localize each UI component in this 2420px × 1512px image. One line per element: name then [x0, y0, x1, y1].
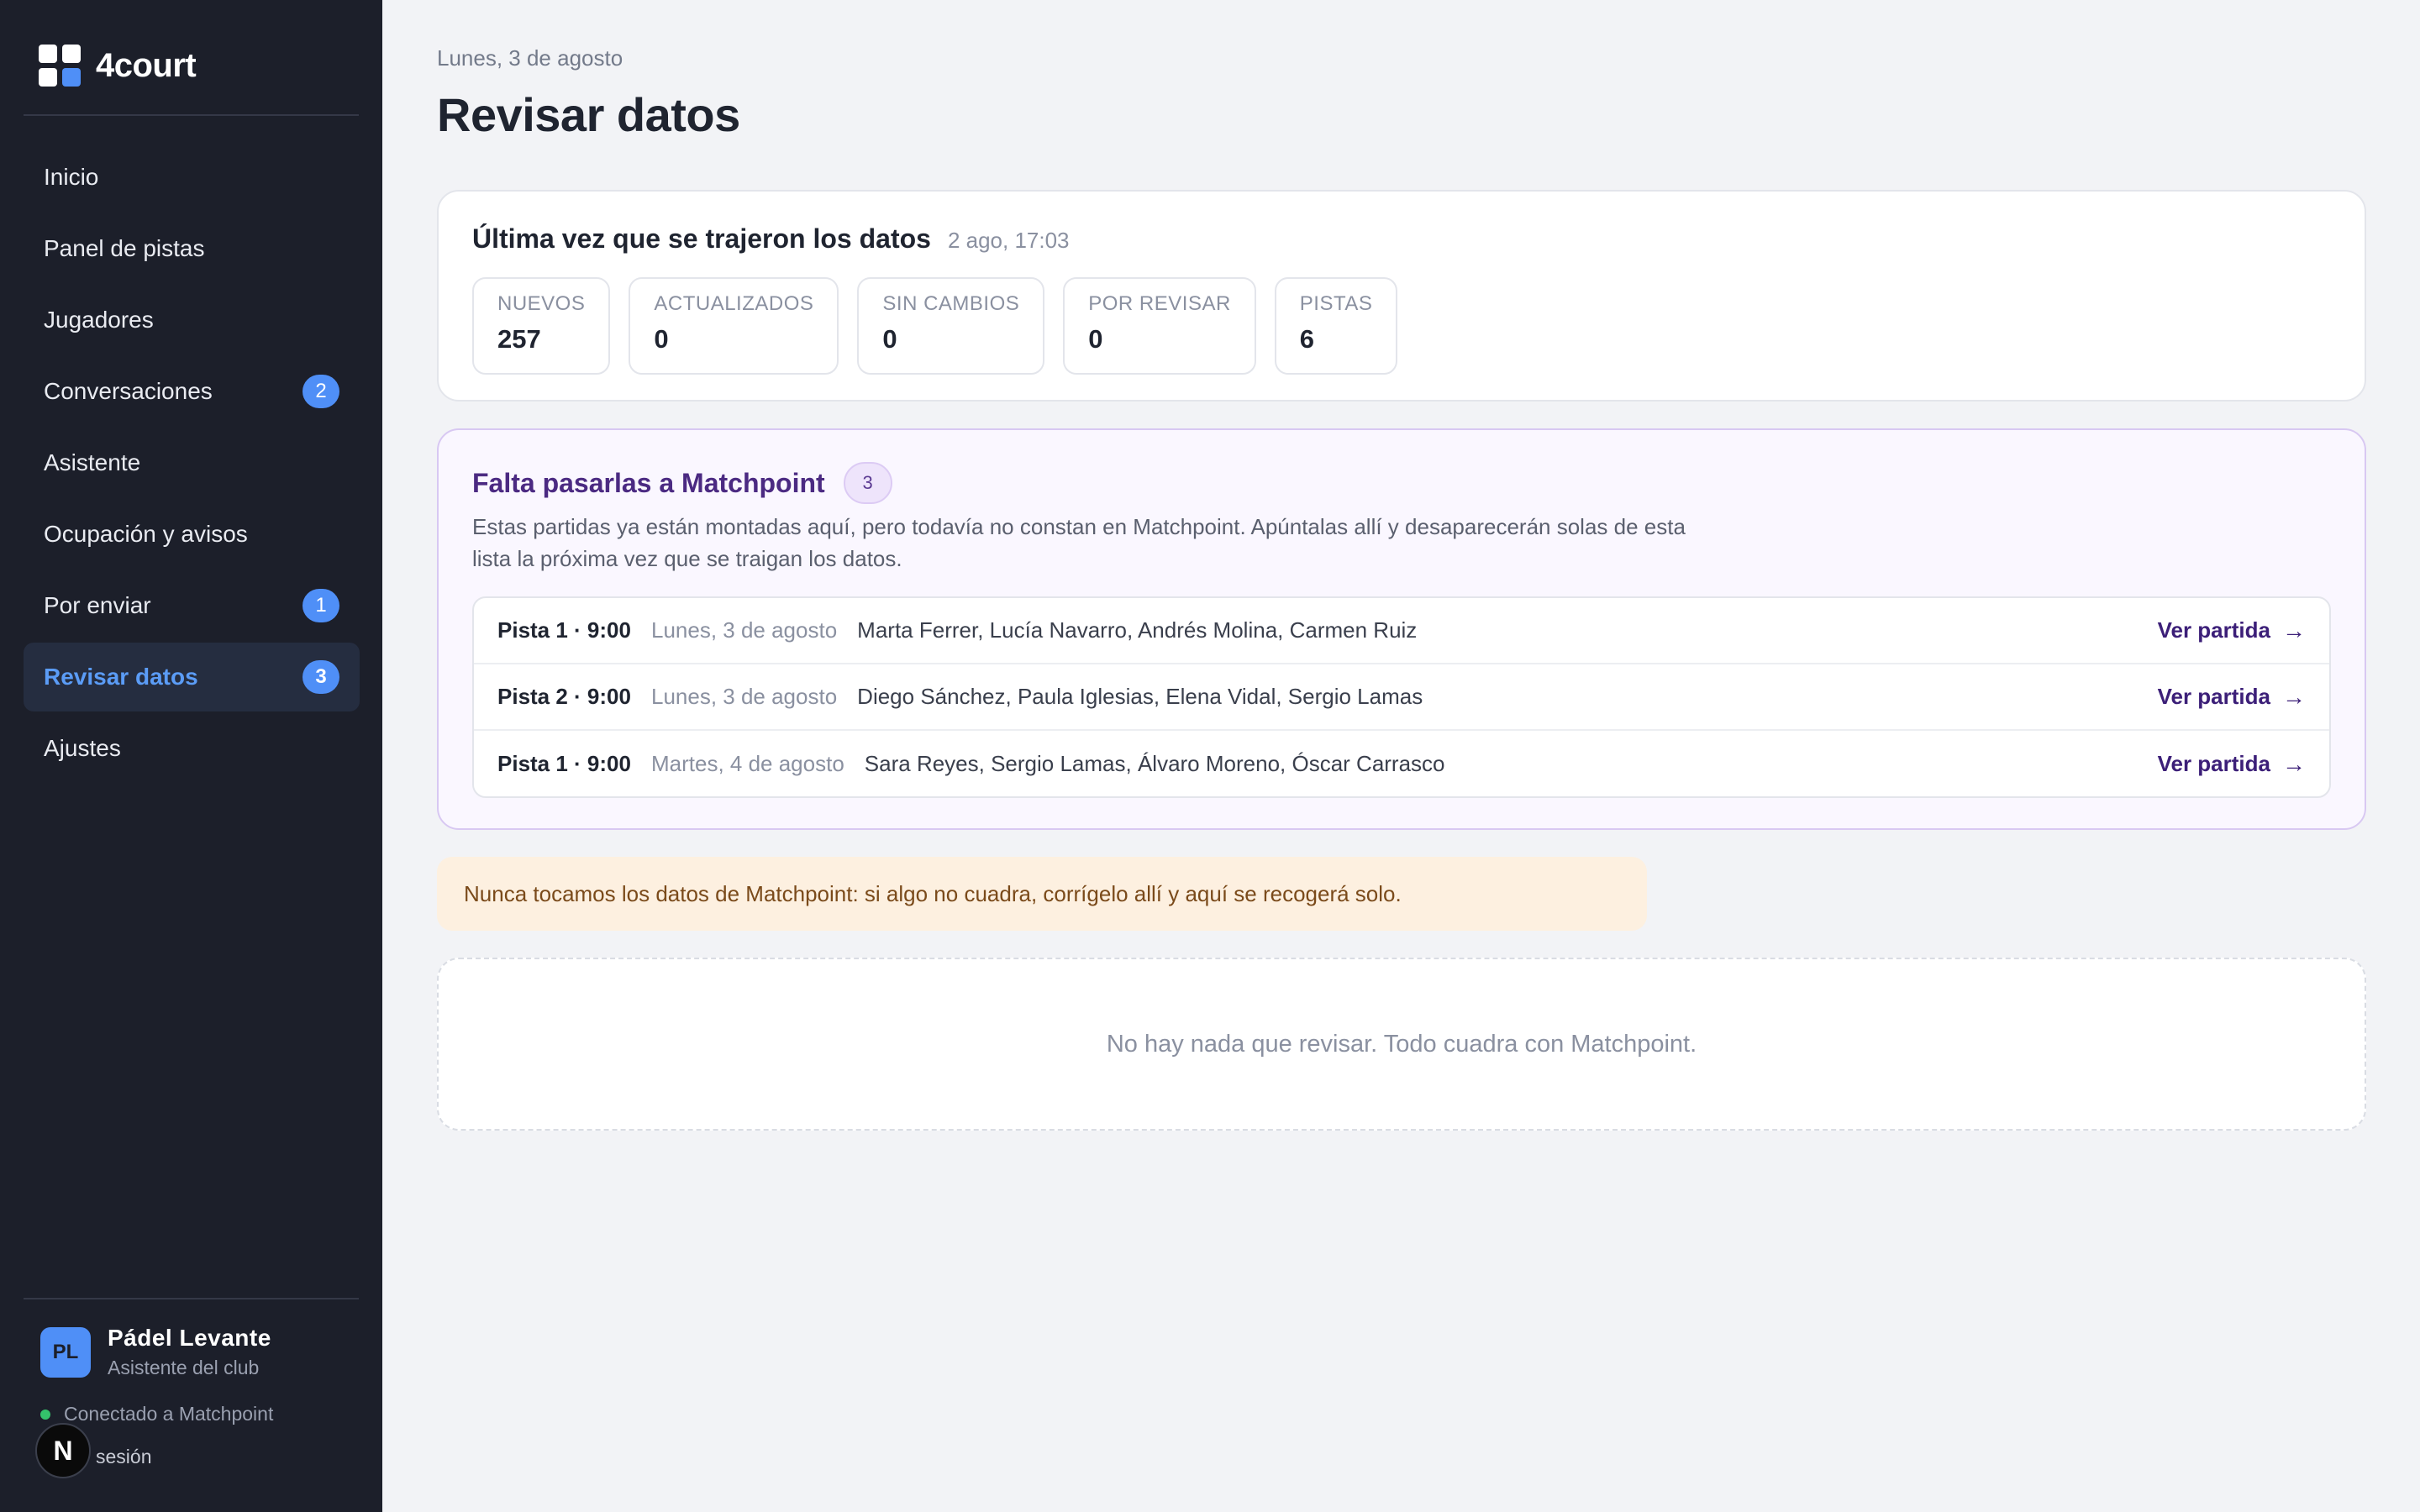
sidebar-item-label: Por enviar — [44, 592, 151, 618]
connection-status: Conectado a Matchpoint — [24, 1403, 359, 1425]
view-match-label: Ver partida — [2157, 617, 2270, 643]
view-match-link[interactable]: Ver partida → — [2158, 684, 2306, 711]
stat-pistas: PISTAS 6 — [1274, 277, 1398, 375]
sidebar-item-label: Asistente — [44, 449, 141, 475]
sync-stats: NUEVOS 257 ACTUALIZADOS 0 SIN CAMBIOS 0 … — [472, 277, 1416, 375]
match-players: Sara Reyes, Sergio Lamas, Álvaro Moreno,… — [864, 751, 1445, 776]
current-date: Lunes, 3 de agosto — [437, 45, 623, 71]
view-match-link[interactable]: Ver partida → — [2158, 617, 2306, 644]
match-date: Lunes, 3 de agosto — [650, 684, 838, 709]
pending-count-badge: 3 — [843, 462, 892, 504]
sidebar-item-jugadores[interactable]: Jugadores — [24, 286, 360, 354]
sync-summary-card: Última vez que se trajeron los datos 2 a… — [437, 190, 2366, 402]
match-date: Lunes, 3 de agosto — [650, 617, 838, 643]
sync-header: Última vez que se trajeron los datos 2 a… — [472, 223, 1070, 255]
list-item: Pista 2 · 9:00 Lunes, 3 de agosto Diego … — [474, 664, 2329, 731]
sidebar-item-ajustes[interactable]: Ajustes — [24, 714, 360, 783]
view-match-label: Ver partida — [2157, 684, 2270, 709]
match-court-time: Pista 1 · 9:00 — [497, 617, 631, 643]
user-role: Asistente del club — [108, 1357, 260, 1378]
brand[interactable]: 4court — [24, 24, 359, 116]
sync-title: Última vez que se trajeron los datos — [472, 223, 931, 254]
match-date: Martes, 4 de agosto — [650, 751, 844, 776]
sidebar-item-label: Ajustes — [44, 735, 121, 761]
sidebar-item-label: Revisar datos — [44, 664, 198, 690]
stat-value: 0 — [1088, 324, 1103, 354]
page-title: Revisar datos — [437, 88, 740, 141]
sidebar-item-label: Conversaciones — [44, 378, 213, 404]
arrow-right-icon: → — [2282, 750, 2306, 777]
stat-nuevos: NUEVOS 257 — [472, 277, 611, 375]
stat-label: PISTAS — [1299, 292, 1373, 315]
sidebar-item-conversaciones[interactable]: Conversaciones 2 — [24, 357, 360, 426]
stat-label: NUEVOS — [497, 292, 586, 315]
sidebar-item-asistente[interactable]: Asistente — [24, 428, 360, 497]
avatar: PL — [40, 1326, 91, 1378]
connection-status-text: Conectado a Matchpoint — [64, 1403, 274, 1425]
stat-value: 0 — [654, 324, 669, 354]
view-match-link[interactable]: Ver partida → — [2158, 751, 2306, 778]
match-court-time: Pista 2 · 9:00 — [497, 684, 631, 709]
pending-count-badge: 1 — [302, 589, 339, 622]
match-players: Diego Sánchez, Paula Iglesias, Elena Vid… — [857, 684, 1423, 709]
unread-count-badge: 2 — [302, 375, 339, 408]
pending-description: Estas partidas ya están montadas aquí, p… — [472, 514, 1686, 571]
sidebar-item-label: Jugadores — [44, 307, 154, 333]
view-match-label: Ver partida — [2157, 751, 2270, 776]
stat-label: SIN CAMBIOS — [882, 292, 1020, 315]
arrow-right-icon: → — [2282, 617, 2306, 643]
match-players: Marta Ferrer, Lucía Navarro, Andrés Moli… — [857, 617, 1418, 643]
info-notice: Nunca tocamos los datos de Matchpoint: s… — [437, 857, 1647, 931]
list-item: Pista 1 · 9:00 Martes, 4 de agosto Sara … — [474, 731, 2329, 796]
sidebar-item-label: Inicio — [44, 164, 99, 190]
user-profile[interactable]: PL Pádel Levante Asistente del club — [24, 1325, 359, 1379]
stat-value: 0 — [882, 324, 897, 354]
pending-match-list: Pista 1 · 9:00 Lunes, 3 de agosto Marta … — [472, 596, 2331, 798]
sidebar: 4court Inicio Panel de pistas Jugadores … — [0, 0, 382, 1512]
list-item: Pista 1 · 9:00 Lunes, 3 de agosto Marta … — [474, 598, 2329, 664]
nextjs-dev-icon[interactable]: N — [35, 1423, 91, 1478]
user-name: Pádel Levante — [108, 1325, 271, 1351]
sidebar-item-panel-de-pistas[interactable]: Panel de pistas — [24, 214, 360, 283]
sidebar-item-label: Ocupación y avisos — [44, 521, 248, 547]
sidebar-nav: Inicio Panel de pistas Jugadores Convers… — [24, 143, 360, 785]
sidebar-item-label: Panel de pistas — [44, 235, 205, 261]
sidebar-item-por-enviar[interactable]: Por enviar 1 — [24, 571, 360, 640]
stat-label: ACTUALIZADOS — [654, 292, 814, 315]
review-count-badge: 3 — [302, 660, 339, 694]
empty-state: No hay nada que revisar. Todo cuadra con… — [437, 958, 2366, 1131]
pending-header: Falta pasarlas a Matchpoint 3 — [472, 462, 892, 504]
app-name: 4court — [96, 46, 197, 84]
sync-timestamp: 2 ago, 17:03 — [947, 228, 1070, 253]
stat-por-revisar: POR REVISAR 0 — [1063, 277, 1256, 375]
stat-actualizados: ACTUALIZADOS 0 — [629, 277, 839, 375]
stat-sin-cambios: SIN CAMBIOS 0 — [857, 277, 1045, 375]
sidebar-item-revisar-datos[interactable]: Revisar datos 3 — [24, 643, 360, 711]
pending-matchpoint-card: Falta pasarlas a Matchpoint 3 Estas part… — [437, 428, 2366, 830]
arrow-right-icon: → — [2282, 683, 2306, 710]
match-court-time: Pista 1 · 9:00 — [497, 751, 631, 776]
stat-value: 257 — [497, 324, 541, 354]
sidebar-item-ocupacion-y-avisos[interactable]: Ocupación y avisos — [24, 500, 360, 569]
stat-label: POR REVISAR — [1088, 292, 1231, 315]
app-logo-icon — [39, 45, 81, 87]
sidebar-item-inicio[interactable]: Inicio — [24, 143, 360, 212]
status-dot-icon — [40, 1409, 50, 1420]
pending-title: Falta pasarlas a Matchpoint — [472, 467, 825, 498]
stat-value: 6 — [1299, 324, 1315, 354]
